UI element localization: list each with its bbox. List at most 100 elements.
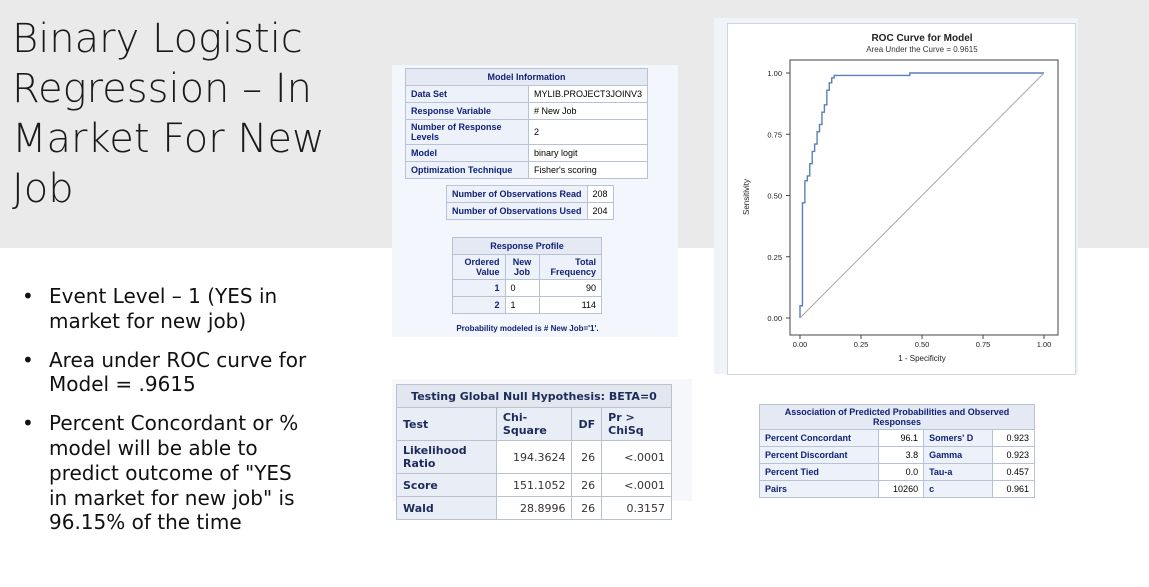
y-tick-label: 1.00 [767,69,782,78]
table-cell: 114 [538,296,603,314]
table-row: 1 0 90 [452,279,603,297]
table-cell: 10260 [877,480,925,498]
x-tick-label: 0.75 [976,340,991,349]
x-tick-label: 0.25 [854,340,869,349]
y-tick-label: 0.50 [767,192,782,201]
bullet-event-level: Event Level – 1 (YES in market for new j… [22,284,312,334]
table-row: Model binary logit [405,144,649,162]
y-axis-label: Sensitivity [742,179,751,215]
response-profile-table: Response Profile Ordered Value New Job T… [452,237,603,314]
column-header: Chi-Square [495,407,573,441]
table-cell: 26 [571,496,603,520]
axis-ticks: 0.00 0.25 0.50 0.75 1.00 0.00 0.25 0.50 0.75 1.00 [767,69,1051,349]
column-header: Ordered Value [452,254,506,280]
observations-label: Number of Observations Read [446,185,588,203]
table-cell: 0.923 [991,429,1036,447]
chart-title: ROC Curve for Model [871,33,972,44]
table-row: Optimization Technique Fisher's scoring [405,161,649,179]
table-cell: 151.1052 [495,473,573,497]
model-info-label: Model [405,144,529,162]
table-row: Number of Observations Read 208 [446,185,614,203]
model-information-table: Model Information Data Set MYLIB.PROJECT… [405,68,649,179]
observations-table: Number of Observations Read 208 Number o… [446,185,614,220]
association-caption: Association of Predicted Probabilities a… [759,404,1035,430]
y-tick-label: 0.75 [767,130,782,139]
table-row: Response Variable # New Job [405,102,649,120]
table-cell: Gamma [923,446,993,464]
table-cell: 26 [571,440,603,474]
table-row: Likelihood Ratio 194.3624 26 <.0001 [396,440,672,474]
table-cell: Tau-a [923,463,993,481]
column-header: Test [396,407,497,441]
table-cell: 0.923 [991,446,1036,464]
model-info-label: Optimization Technique [405,161,529,179]
table-cell: 0.457 [991,463,1036,481]
table-row: Percent Concordant 96.1 Somers' D 0.923 [759,429,1036,447]
observations-label: Number of Observations Used [446,202,588,220]
table-cell: Somers' D [923,429,993,447]
association-table: Association of Predicted Probabilities a… [759,404,1036,498]
table-cell: 0.3157 [601,496,672,520]
table-cell: 194.3624 [495,440,573,474]
table-row: Percent Discordant 3.8 Gamma 0.923 [759,446,1036,464]
table-cell: 2 [452,296,506,314]
table-cell: <.0001 [601,473,672,497]
table-cell: 0 [504,279,540,297]
response-profile-caption: Response Profile [452,237,602,255]
table-row: 2 1 114 [452,296,603,314]
table-row: Wald 28.8996 26 0.3157 [396,496,672,520]
model-info-label: Number of Response Levels [405,119,529,145]
column-header: Total Frequency [538,254,603,280]
model-info-value: 2 [527,119,649,145]
chart-subtitle: Area Under the Curve = 0.9615 [866,45,978,54]
bullet-percent-concordant: Percent Concordant or % model will be ab… [22,411,312,535]
plot-area [789,59,1059,336]
table-row: Number of Response Levels 2 [405,119,649,145]
probability-note: Probability modeled is # New Job='1'. [456,324,599,333]
global-null-table: Testing Global Null Hypothesis: BETA=0 T… [396,384,672,520]
table-row: Data Set MYLIB.PROJECT3JOINV3 [405,85,649,103]
table-cell: 96.1 [877,429,925,447]
column-header: Pr > ChiSq [601,407,672,441]
model-info-value: Fisher's scoring [527,161,649,179]
table-cell: c [923,480,993,498]
table-cell: 1 [504,296,540,314]
x-axis-label: 1 - Specificity [898,354,946,363]
model-info-value: # New Job [527,102,649,120]
table-cell: Percent Discordant [759,446,879,464]
roc-chart: ROC Curve for Model Area Under the Curve… [742,33,1059,363]
table-cell: <.0001 [601,440,672,474]
table-row: Pairs 10260 c 0.961 [759,480,1036,498]
observations-value: 204 [586,202,614,220]
bullet-list: Event Level – 1 (YES in market for new j… [22,284,312,549]
table-cell: Likelihood Ratio [396,440,497,474]
roc-series [799,72,1045,319]
table-row: Percent Tied 0.0 Tau-a 0.457 [759,463,1036,481]
slide-title: Binary Logistic Regression – In Market F… [12,16,325,212]
table-cell: Percent Concordant [759,429,879,447]
global-null-caption: Testing Global Null Hypothesis: BETA=0 [396,384,672,408]
x-tick-label: 0.50 [915,340,930,349]
table-cell: Pairs [759,480,879,498]
table-cell: Score [396,473,497,497]
model-info-label: Data Set [405,85,529,103]
table-cell: 0.961 [991,480,1036,498]
y-tick-label: 0.25 [767,253,782,262]
x-tick-label: 1.00 [1037,340,1052,349]
model-info-label: Response Variable [405,102,529,120]
model-info-caption: Model Information [405,68,648,86]
model-info-value: MYLIB.PROJECT3JOINV3 [527,85,649,103]
x-tick-label: 0.00 [793,340,808,349]
table-row: Number of Observations Used 204 [446,202,614,220]
table-cell: Percent Tied [759,463,879,481]
table-cell: 28.8996 [495,496,573,520]
reference-diagonal-line [799,72,1045,319]
table-cell: Wald [396,496,497,520]
bullet-roc-area: Area under ROC curve for Model = .9615 [22,348,312,398]
table-cell: 90 [538,279,603,297]
column-header: DF [571,407,603,441]
column-header: New Job [504,254,540,280]
table-cell: 26 [571,473,603,497]
table-cell: 3.8 [877,446,925,464]
table-cell: 0.0 [877,463,925,481]
